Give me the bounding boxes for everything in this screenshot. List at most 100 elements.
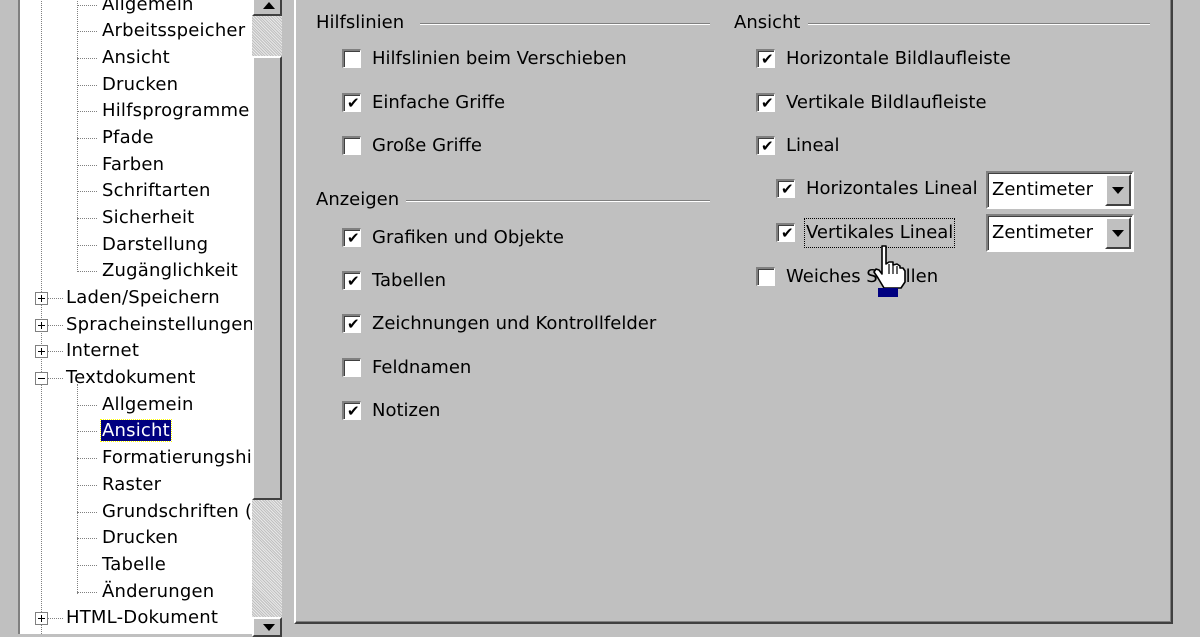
tree-item-allgemein[interactable]: Allgemein [102, 0, 194, 17]
tree-item-label: Ansicht [100, 419, 172, 442]
checkbox-box[interactable]: ✔ [756, 93, 775, 112]
tree-item-label: Grundschriften (w [102, 501, 254, 522]
tree-item-aenderungen[interactable]: Änderungen [102, 580, 214, 604]
checkbox-box[interactable]: ✔ [756, 136, 775, 155]
tree-item-tabelle[interactable]: Tabelle [102, 553, 166, 577]
scroll-down-button[interactable] [252, 617, 282, 637]
tree-item-label: Laden/Speichern [66, 287, 220, 308]
tree-item-ansicht[interactable]: Ansicht [102, 46, 170, 70]
tree-item-label: Spracheinstellungen [66, 314, 254, 335]
tree-item-html-dokument[interactable]: HTML-Dokument [66, 606, 218, 630]
tree-item-grundschriften[interactable]: Grundschriften (w [102, 500, 254, 524]
checkmark-icon: ✔ [761, 94, 774, 112]
tree-item-ansicht-selected[interactable]: Ansicht [100, 419, 172, 443]
tree-scrollbar[interactable] [252, 0, 282, 637]
select-horizontales-lineal-unit[interactable]: Zentimeter [986, 171, 1134, 209]
hand-cursor-icon [873, 245, 906, 297]
checkbox-box[interactable]: ✔ [342, 401, 361, 420]
tree-expand-icon[interactable] [35, 292, 48, 305]
checkbox-label: Einfache Griffe [372, 92, 506, 113]
tree-item-darstellung[interactable]: Darstellung [102, 233, 208, 257]
tree-expand-icon[interactable] [35, 612, 48, 625]
checkmark-icon: ✔ [347, 94, 360, 112]
tree-item-label: Arbeitsspeicher [102, 20, 246, 41]
chevron-down-icon [1112, 187, 1124, 194]
scroll-up-button[interactable] [252, 0, 282, 16]
tree-item-label: Tabelle [102, 554, 167, 575]
tree-item-label: Zugänglichkeit [102, 260, 239, 281]
checkmark-icon: ✔ [347, 229, 360, 247]
scrollbar-thumb[interactable] [252, 56, 282, 500]
tree-item-label: HTML-Dokument [66, 607, 219, 628]
settings-panel: Hilfslinien ✔ Hilfslinien beim Verschieb… [294, 0, 1173, 624]
tree-collapse-icon[interactable] [35, 372, 48, 385]
tree-item-allgemein[interactable]: Allgemein [102, 393, 194, 417]
tree-item-pfade[interactable]: Pfade [102, 126, 154, 150]
checkbox-label: Große Griffe [372, 135, 482, 156]
tree-item-arbeitsspeicher[interactable]: Arbeitsspeicher [102, 19, 245, 43]
tree-item-label: Drucken [102, 74, 179, 95]
tree-item-label: Hilfsprogramme [102, 100, 250, 121]
tree-item-label: Ansicht [102, 47, 170, 68]
tree-item-label: Allgemein [102, 0, 194, 15]
tree-item-laden-speichern[interactable]: Laden/Speichern [66, 286, 220, 310]
checkbox-box[interactable]: ✔ [342, 271, 361, 290]
checkmark-icon: ✔ [781, 224, 794, 242]
group-divider [808, 23, 1150, 25]
checkbox-box[interactable]: ✔ [342, 136, 361, 155]
tree-item-spracheinstellungen[interactable]: Spracheinstellungen [66, 313, 254, 337]
tree-item-label: Allgemein [102, 394, 194, 415]
checkmark-icon: ✔ [781, 180, 794, 198]
options-tree-pane: Allgemein Arbeitsspeicher Ansicht Drucke… [18, 0, 254, 634]
checkbox-label: Lineal [786, 135, 840, 156]
tree-item-formatierungshilfen[interactable]: Formatierungshilfe [102, 446, 254, 470]
checkbox-box[interactable]: ✔ [776, 179, 795, 198]
tree-item-drucken[interactable]: Drucken [102, 526, 178, 550]
tree-item-label: Internet [66, 340, 140, 361]
tree-item-label: Farben [102, 154, 165, 175]
checkmark-icon: ✔ [347, 272, 360, 290]
dropdown-button[interactable] [1105, 174, 1131, 206]
checkbox-label: Horizontale Bildlaufleiste [786, 48, 1011, 69]
options-tree: Allgemein Arbeitsspeicher Ansicht Drucke… [0, 0, 282, 637]
checkbox-box[interactable]: ✔ [342, 49, 361, 68]
group-title-anzeigen: Anzeigen [316, 189, 400, 210]
tree-item-farben[interactable]: Farben [102, 153, 164, 177]
checkbox-box[interactable]: ✔ [342, 314, 361, 333]
dropdown-button[interactable] [1105, 217, 1131, 249]
checkbox-box[interactable]: ✔ [776, 223, 795, 242]
checkbox-label: Grafiken und Objekte [372, 227, 564, 248]
select-value: Zentimeter [992, 222, 1094, 243]
tree-item-internet[interactable]: Internet [66, 339, 139, 363]
group-title-hilfslinien: Hilfslinien [316, 12, 405, 33]
tree-item-label: Textdokument [66, 367, 196, 388]
group-divider [406, 200, 710, 202]
group-divider [420, 23, 710, 25]
tree-item-hilfsprogramme[interactable]: Hilfsprogramme [102, 99, 250, 123]
checkbox-box[interactable]: ✔ [342, 358, 361, 377]
tree-item-zugaenglichkeit[interactable]: Zugänglichkeit [102, 259, 238, 283]
checkbox-label: Zeichnungen und Kontrollfelder [372, 313, 657, 334]
tree-item-raster[interactable]: Raster [102, 473, 161, 497]
chevron-down-icon [1112, 230, 1124, 237]
group-title-ansicht: Ansicht [734, 12, 801, 33]
tree-item-schriftarten[interactable]: Schriftarten [102, 179, 211, 203]
tree-item-sicherheit[interactable]: Sicherheit [102, 206, 194, 230]
tree-item-label: Änderungen [102, 581, 215, 602]
tree-item-label: Sicherheit [102, 207, 195, 228]
arrow-down-icon [263, 624, 275, 631]
checkbox-box[interactable]: ✔ [342, 228, 361, 247]
tree-item-textdokument[interactable]: Textdokument [66, 366, 196, 390]
checkmark-icon: ✔ [761, 50, 774, 68]
arrow-up-icon [263, 2, 275, 9]
tree-item-drucken[interactable]: Drucken [102, 73, 178, 97]
checkbox-box[interactable]: ✔ [342, 93, 361, 112]
checkbox-box[interactable]: ✔ [756, 49, 775, 68]
select-vertikales-lineal-unit[interactable]: Zentimeter [986, 214, 1134, 252]
checkbox-label: Tabellen [372, 270, 447, 291]
tree-expand-icon[interactable] [35, 345, 48, 358]
tree-expand-icon[interactable] [35, 319, 48, 332]
checkmark-icon: ✔ [761, 137, 774, 155]
checkbox-label: Vertikale Bildlaufleiste [786, 92, 987, 113]
checkbox-box[interactable]: ✔ [756, 267, 775, 286]
